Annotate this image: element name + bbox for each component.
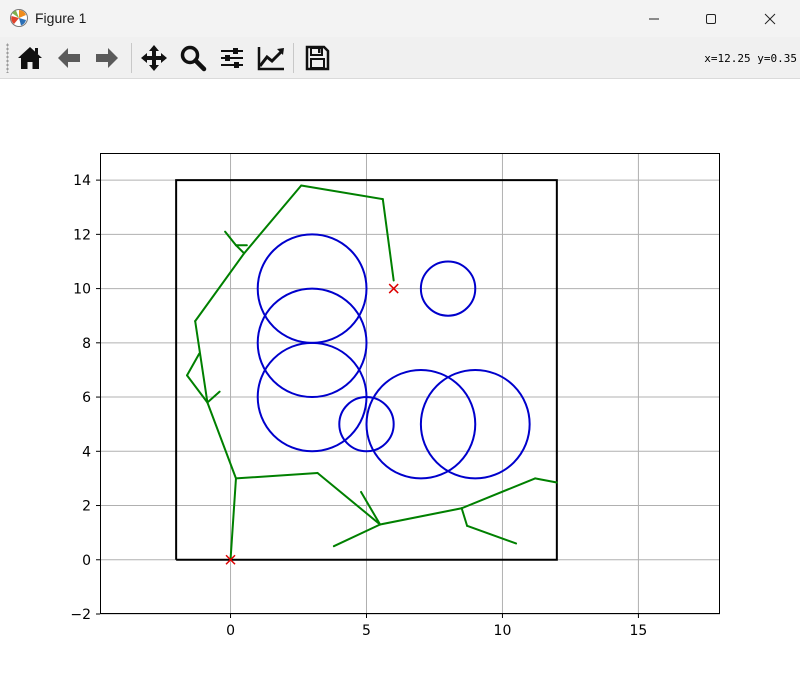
markers [225, 283, 399, 565]
x-tick-label: 15 [630, 623, 648, 639]
forward-icon [96, 48, 118, 68]
minimize-icon [649, 18, 659, 19]
y-tick-label: 10 [73, 282, 91, 298]
tree-edge [300, 184, 384, 201]
edit-axes-icon [257, 47, 284, 71]
y-tick-label: 14 [73, 173, 91, 189]
home-icon [18, 47, 42, 69]
axis-ticks: 0 5 10 15 −2 0 2 4 6 8 10 12 14 [70, 173, 647, 639]
matplotlib-app-icon [10, 9, 28, 27]
close-button[interactable] [742, 0, 798, 37]
y-tick-label: 8 [82, 336, 91, 352]
tree-edge [534, 477, 558, 484]
y-tick-label: 0 [82, 553, 91, 569]
toolbar-separator [293, 43, 294, 73]
obstacles [256, 233, 531, 480]
y-tick-label: 6 [82, 390, 91, 406]
tree-edge [379, 507, 463, 526]
tree-edge [234, 471, 319, 480]
pan-icon [141, 45, 167, 71]
x-tick-label: 10 [494, 623, 512, 639]
tree-edge [332, 523, 382, 548]
tree-edge [460, 507, 469, 527]
minimize-button[interactable] [626, 0, 682, 37]
forward-button[interactable] [91, 42, 123, 74]
tree-edge [381, 198, 395, 282]
close-icon [764, 13, 776, 24]
configure-subplots-button[interactable] [216, 42, 248, 74]
x-tick-label: 0 [226, 623, 235, 639]
y-tick-label: 12 [73, 227, 91, 243]
back-icon [58, 48, 80, 68]
cursor-coordinates: x=12.25 y=0.35 [704, 52, 797, 65]
zoom-button[interactable] [177, 42, 209, 74]
navigation-toolbar: x=12.25 y=0.35 [0, 37, 800, 79]
save-button[interactable] [301, 42, 333, 74]
title-bar: Figure 1 [0, 0, 800, 37]
tree-edge [186, 352, 201, 377]
tree-edge [243, 184, 303, 255]
tree-edge [466, 524, 518, 545]
save-icon [305, 45, 330, 71]
x-tick-label: 5 [362, 623, 371, 639]
edit-axes-button[interactable] [255, 42, 287, 74]
back-button[interactable] [53, 42, 85, 74]
maximize-button[interactable] [683, 0, 739, 37]
zoom-icon [180, 45, 207, 72]
tree-edge [460, 477, 537, 510]
tree-edge [206, 401, 237, 480]
configure-subplots-icon [221, 48, 243, 68]
tree-edge [360, 490, 382, 526]
tree-edge [229, 477, 237, 561]
y-tick-label: −2 [70, 607, 91, 623]
toolbar-separator [131, 43, 132, 73]
maximize-icon [706, 13, 716, 24]
tree-edge [316, 471, 382, 526]
tree-edge [234, 244, 246, 255]
home-button[interactable] [14, 42, 46, 74]
y-tick-label: 2 [82, 499, 91, 515]
tree [186, 184, 558, 561]
figure-canvas[interactable]: 0 5 10 15 −2 0 2 4 6 8 10 12 14 [0, 79, 800, 680]
tree-edge [194, 252, 246, 323]
window-title: Figure 1 [35, 10, 87, 26]
y-tick-label: 4 [82, 444, 91, 460]
toolbar-grip[interactable] [6, 43, 9, 73]
pan-button[interactable] [138, 42, 170, 74]
